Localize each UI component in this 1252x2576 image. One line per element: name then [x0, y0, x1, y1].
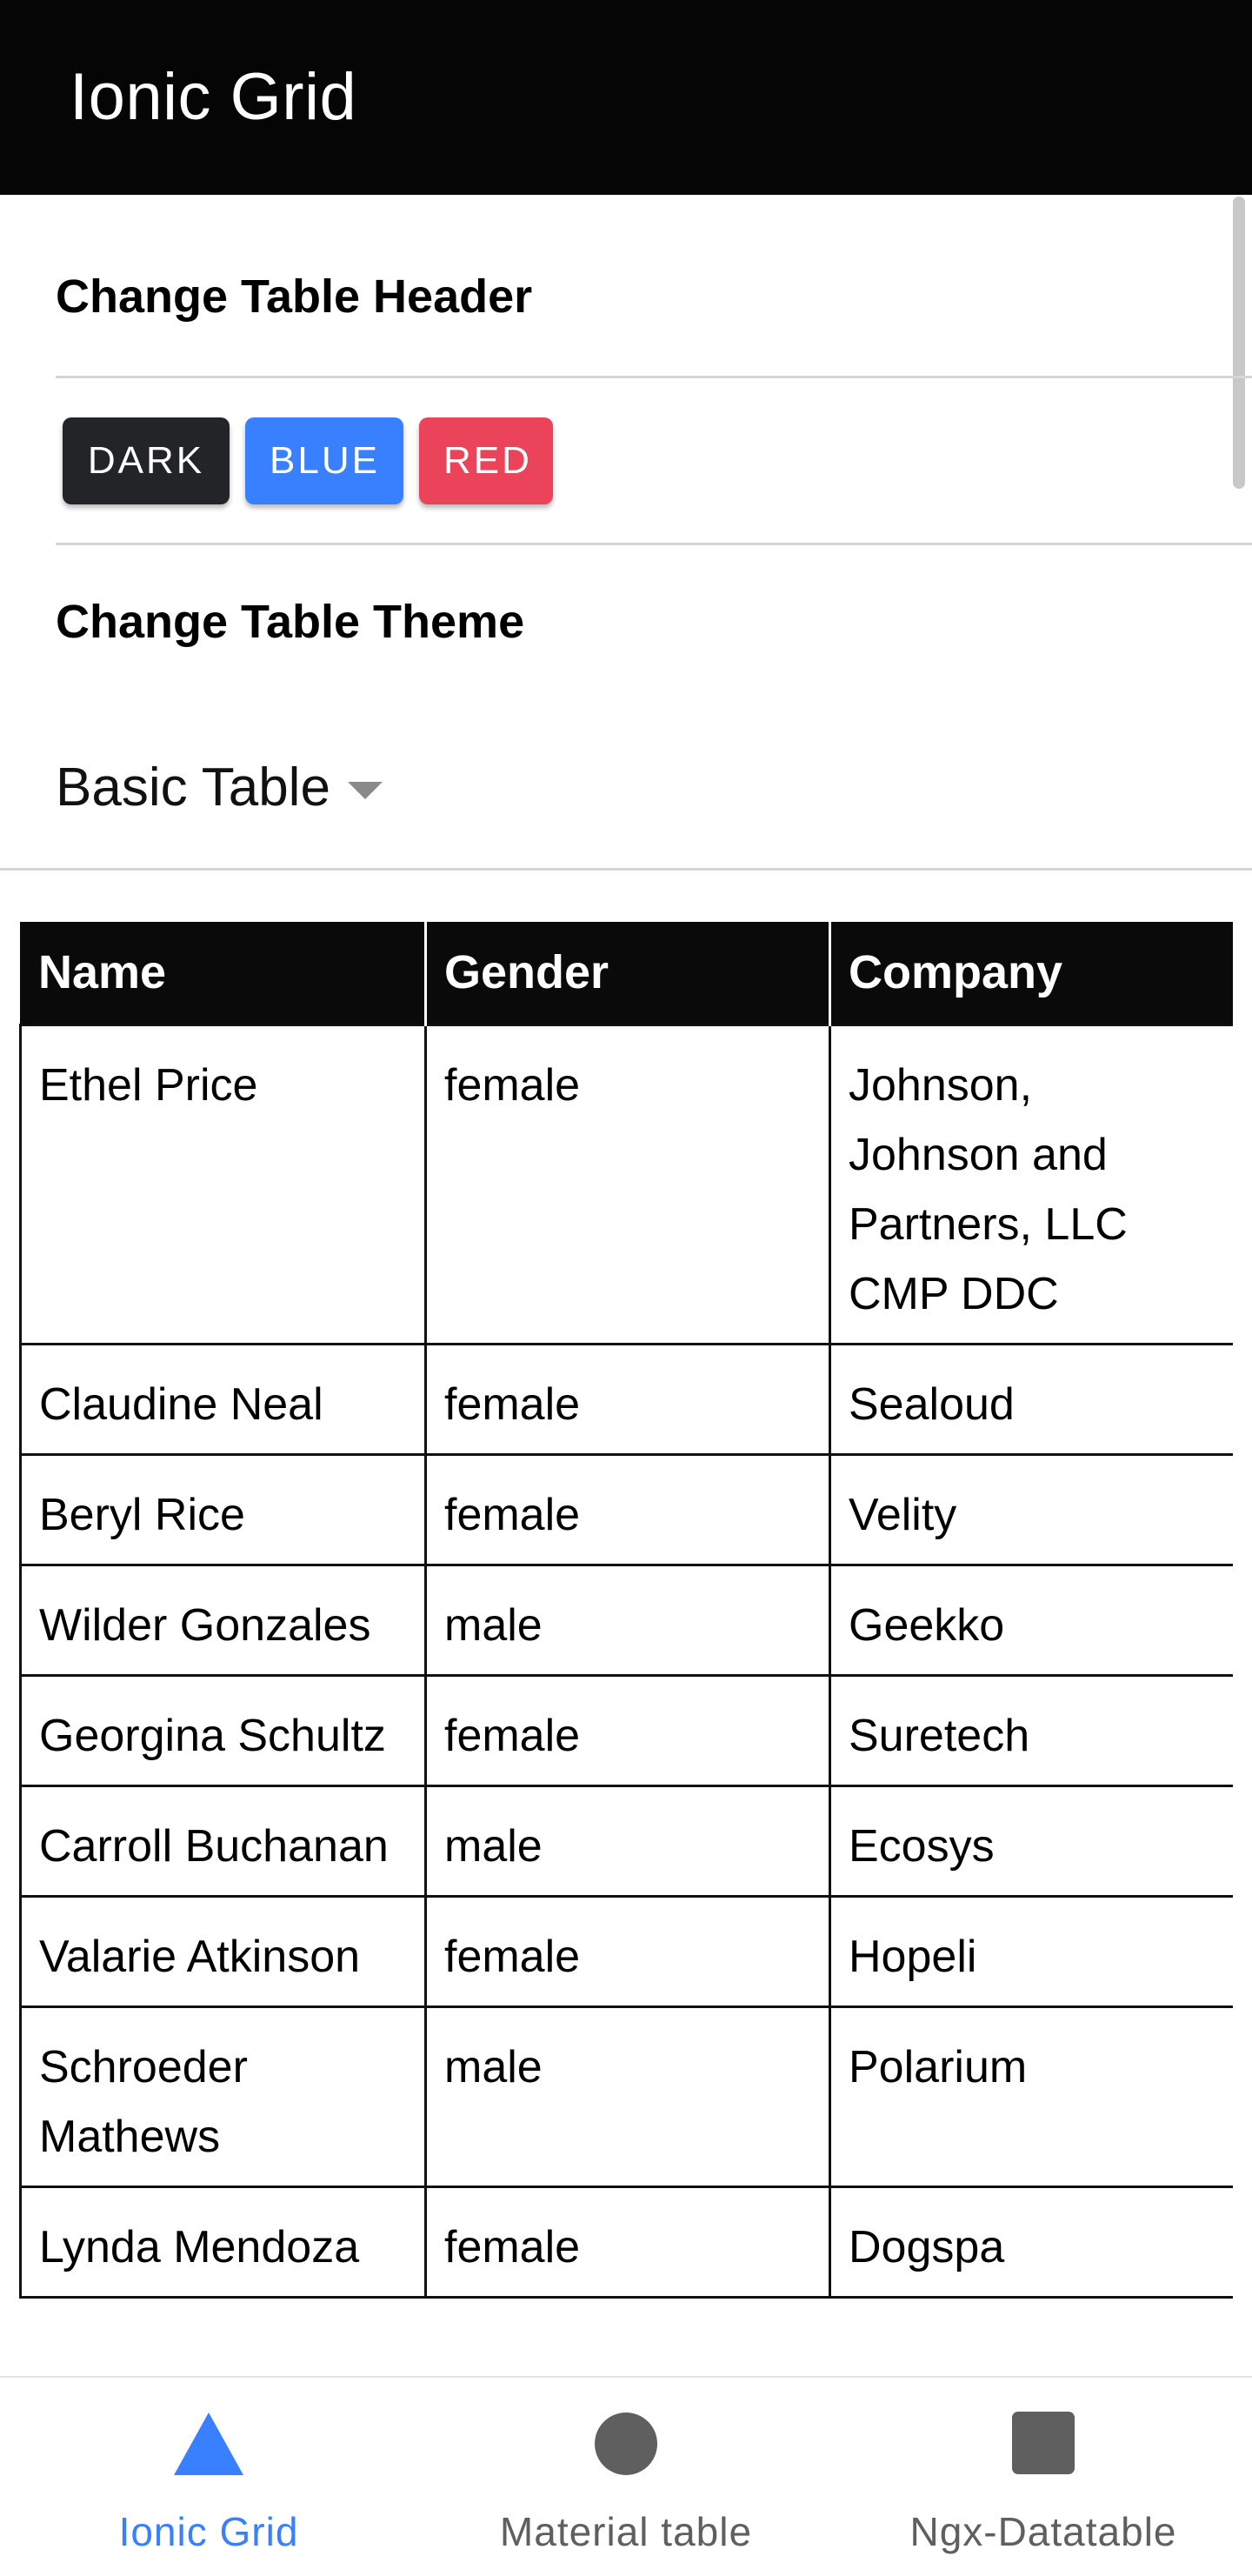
- cell-gender: female: [424, 1452, 831, 1566]
- table-row: Valarie Atkinson female Hopeli: [19, 1894, 1233, 2008]
- dark-button[interactable]: DARK: [63, 417, 230, 504]
- cell-gender: male: [424, 1563, 831, 1677]
- cell-name: Claudine Neal: [19, 1342, 427, 1456]
- cell-gender: female: [424, 1342, 831, 1456]
- column-header-company: Company: [829, 922, 1233, 1024]
- divider: [56, 376, 1252, 378]
- table-row: Ethel Price female Johnson, Johnson and …: [19, 1023, 1233, 1345]
- data-table: Name Gender Company Ethel Price female J…: [19, 922, 1233, 2299]
- cell-company: Ecosys: [829, 1784, 1233, 1898]
- cell-company: Suretech: [829, 1673, 1233, 1787]
- blue-button[interactable]: BLUE: [245, 417, 403, 504]
- square-icon: [1012, 2412, 1075, 2474]
- cell-company: Dogspa: [829, 2185, 1233, 2299]
- theme-select-value: Basic Table: [56, 757, 330, 818]
- page-title: Ionic Grid: [70, 60, 357, 134]
- cell-company: Velity: [829, 1452, 1233, 1566]
- cell-gender: female: [424, 2185, 831, 2299]
- tab-label: Ngx-Datatable: [909, 2509, 1177, 2554]
- cell-company: Hopeli: [829, 1894, 1233, 2008]
- triangle-icon: [174, 2412, 243, 2475]
- table-row: Claudine Neal female Sealoud: [19, 1342, 1233, 1456]
- cell-name: Georgina Schultz: [19, 1673, 427, 1787]
- table-row: Schroeder Mathews male Polarium: [19, 2005, 1233, 2188]
- header-color-buttons: DARK BLUE RED: [63, 417, 553, 504]
- table-row: Beryl Rice female Velity: [19, 1452, 1233, 1566]
- data-table-container: Name Gender Company Ethel Price female J…: [19, 922, 1233, 2376]
- cell-gender: female: [424, 1673, 831, 1787]
- cell-company: Polarium: [829, 2005, 1233, 2188]
- table-row: Carroll Buchanan male Ecosys: [19, 1784, 1233, 1898]
- cell-company: Sealoud: [829, 1342, 1233, 1456]
- table-row: Lynda Mendoza female Dogspa: [19, 2185, 1233, 2299]
- bottom-tab-bar: Ionic Grid Material table Ngx-Datatable: [0, 2376, 1252, 2576]
- app-toolbar: Ionic Grid: [0, 0, 1252, 195]
- divider: [56, 543, 1252, 545]
- cell-gender: male: [424, 2005, 831, 2188]
- tab-label: Material table: [499, 2509, 753, 2554]
- cell-name: Lynda Mendoza: [19, 2185, 427, 2299]
- scrollbar[interactable]: [1233, 197, 1245, 489]
- table-row: Georgina Schultz female Suretech: [19, 1673, 1233, 1787]
- caret-down-icon: [347, 782, 383, 799]
- divider: [0, 868, 1252, 871]
- column-header-name: Name: [20, 922, 427, 1024]
- column-header-gender: Gender: [425, 922, 831, 1024]
- cell-name: Valarie Atkinson: [19, 1894, 427, 2008]
- cell-name: Ethel Price: [19, 1023, 427, 1345]
- cell-gender: female: [424, 1894, 831, 2008]
- cell-company: Geekko: [829, 1563, 1233, 1677]
- table-header-row: Name Gender Company: [20, 922, 1233, 1024]
- change-theme-label: Change Table Theme: [56, 596, 525, 648]
- cell-name: Beryl Rice: [19, 1452, 427, 1566]
- cell-name: Schroeder Mathews: [19, 2005, 427, 2188]
- table-row: Wilder Gonzales male Geekko: [19, 1563, 1233, 1677]
- cell-gender: male: [424, 1784, 831, 1898]
- circle-icon: [595, 2412, 657, 2475]
- tab-label: Ionic Grid: [118, 2509, 299, 2554]
- change-header-label: Change Table Header: [56, 270, 533, 323]
- red-button[interactable]: RED: [419, 417, 553, 504]
- cell-name: Wilder Gonzales: [19, 1563, 427, 1677]
- tab-ngx-datatable[interactable]: Ngx-Datatable: [835, 2378, 1252, 2576]
- theme-select[interactable]: Basic Table: [56, 748, 383, 826]
- cell-gender: female: [424, 1023, 831, 1345]
- cell-name: Carroll Buchanan: [19, 1784, 427, 1898]
- tab-ionic-grid[interactable]: Ionic Grid: [0, 2378, 417, 2576]
- cell-company: Johnson, Johnson and Partners, LLC CMP D…: [829, 1023, 1233, 1345]
- tab-material-table[interactable]: Material table: [417, 2378, 835, 2576]
